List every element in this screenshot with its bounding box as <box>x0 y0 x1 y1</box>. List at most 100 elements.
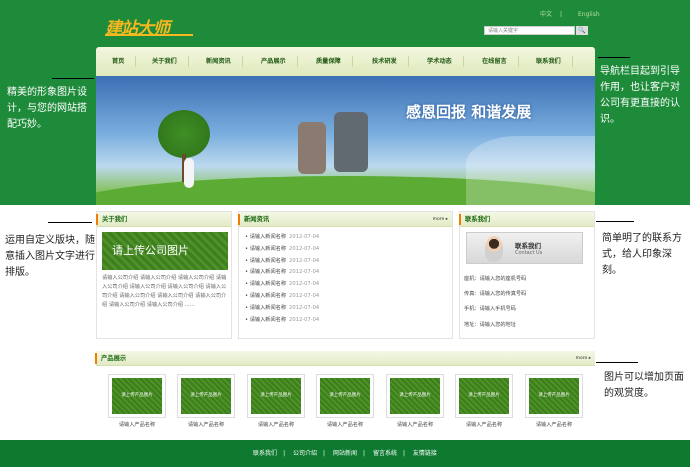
contact-fax: 传真：请输入您的传真号码 <box>464 291 527 297</box>
logo-text: 建站大师 <box>105 19 170 39</box>
product-image: 请上传产品图片 <box>459 378 509 414</box>
search-icon[interactable]: 🔍 <box>576 26 588 35</box>
nav-item-about[interactable]: 关于我们 <box>152 47 189 76</box>
list-item[interactable]: • 请输入新闻名称 2012-07-04 <box>245 315 445 327</box>
annotation-right-top: 导航栏目起到引导作用，也让客户对公司有更直接的认识。 <box>600 66 680 125</box>
list-item[interactable]: • 请输入新闻名称 2012-07-04 <box>245 267 445 279</box>
news-item-title: 请输入新闻名称 <box>249 245 287 252</box>
nav-item-news[interactable]: 新闻资讯 <box>206 47 243 76</box>
annotation-pointer <box>48 222 92 223</box>
list-item[interactable]: • 请输入新闻名称 2012-07-04 <box>245 279 445 291</box>
contact-panel-header: 联系我们 <box>459 212 594 227</box>
product-name: 请输入产品名称 <box>257 422 295 428</box>
about-image[interactable]: 请上传公司图片 <box>102 232 228 270</box>
product-image: 请上传产品图片 <box>320 378 370 414</box>
annotation-pointer <box>52 78 94 79</box>
site-footer: 联系我们 | 公司介绍 | 网站新闻 | 留言系统 | 友情链接 <box>0 440 690 467</box>
product-image: 请上传产品图片 <box>390 378 440 414</box>
news-title[interactable]: 新闻资讯 <box>244 216 269 223</box>
product-image: 请上传产品图片 <box>251 378 301 414</box>
list-item[interactable]: • 请输入新闻名称 2012-07-04 <box>245 291 445 303</box>
footer-link-message[interactable]: 留言系统 <box>373 450 397 457</box>
product-card[interactable]: 请上传产品图片请输入产品名称 <box>247 374 305 428</box>
list-item[interactable]: • 请输入新闻名称 2012-07-04 <box>245 232 445 244</box>
nav-item-quality[interactable]: 质量保障 <box>316 47 353 76</box>
news-item-title: 请输入新闻名称 <box>249 234 287 240</box>
footer-link-about[interactable]: 公司介绍 <box>293 450 317 457</box>
lang-cn-link[interactable]: 中文 <box>540 11 552 18</box>
product-card[interactable]: 请上传产品图片请输入产品名称 <box>455 374 513 428</box>
operator-avatar-icon <box>485 236 503 262</box>
language-switch: 中文 | English <box>540 9 608 18</box>
search-input[interactable]: 请输入关键字 <box>484 26 575 35</box>
more-text: more <box>432 217 445 222</box>
news-item-date: 2012-07-04 <box>289 292 320 299</box>
product-card[interactable]: 请上传产品图片 请输入产品名称 <box>177 374 235 428</box>
about-panel-header: 关于我们 <box>96 212 231 227</box>
news-item-date: 2012-07-04 <box>289 257 320 264</box>
news-item-date: 2012-07-04 <box>289 234 320 240</box>
annotation-pointer <box>596 221 634 222</box>
about-panel: 关于我们 请上传公司图片 请输入公司介绍 请输入公司介绍 请输入公司介绍 请输入… <box>96 211 232 339</box>
site-logo[interactable]: 建站大师 <box>105 14 193 39</box>
lang-en-link[interactable]: English <box>578 11 600 18</box>
products-more-link[interactable]: more ▸ <box>576 351 591 366</box>
contact-title[interactable]: 联系我们 <box>465 216 490 223</box>
footer-separator: | <box>402 450 405 457</box>
annotation-right-bottom: 图片可以增加页面的观赏度。 <box>604 372 684 399</box>
header-accent <box>96 214 98 225</box>
nav-item-products[interactable]: 产品展示 <box>261 47 298 76</box>
news-more-link[interactable]: more ▸ <box>433 212 448 227</box>
product-card[interactable]: 请上传产品图片请输入产品名称 <box>386 374 444 428</box>
footer-separator: | <box>283 450 286 457</box>
annotation-right-mid: 简单明了的联系方式，给人印象深刻。 <box>602 233 682 276</box>
nav-item-academic[interactable]: 学术动态 <box>427 47 464 76</box>
product-name: 请输入产品名称 <box>535 422 573 428</box>
annotation-left-mid: 运用自定义版块，随意插入图片文字进行排版。 <box>5 235 95 278</box>
more-text: more <box>575 356 588 361</box>
news-item-date: 2012-07-04 <box>289 269 320 276</box>
list-item[interactable]: • 请输入新闻名称 2012-07-04 <box>245 303 445 315</box>
news-item-title: 请输入新闻名称 <box>249 257 287 264</box>
contact-banner-title: 联系我们 <box>515 242 541 250</box>
nav-item-message[interactable]: 在线留言 <box>482 47 519 76</box>
product-card[interactable]: 请上传产品图片 请输入产品名称 <box>316 374 374 428</box>
nav-item-tech[interactable]: 技术研发 <box>372 47 409 76</box>
products-panel-header: 产品展示 more ▸ <box>95 351 595 366</box>
contact-banner[interactable]: 联系我们 Contact Us <box>466 232 583 264</box>
nav-item-contact[interactable]: 联系我们 <box>536 47 573 76</box>
news-item-date: 2012-07-04 <box>289 281 320 288</box>
product-name: 请输入产品名称 <box>396 422 434 428</box>
banner-woman-figure <box>298 122 326 174</box>
main-nav: 首页 关于我们 新闻资讯 产品展示 质量保障 技术研发 学术动态 在线留言 联系… <box>96 47 595 76</box>
nav-item-home[interactable]: 首页 <box>112 47 138 76</box>
banner-man-figure <box>334 112 368 172</box>
footer-separator: | <box>363 450 366 457</box>
products-title[interactable]: 产品展示 <box>101 355 126 362</box>
news-item-title: 请输入新闻名称 <box>249 269 287 276</box>
list-item[interactable]: • 请输入新闻名称 2012-07-04 <box>245 256 445 268</box>
footer-link-friends[interactable]: 友情链接 <box>413 450 437 457</box>
news-item-title: 请输入新闻名称 <box>249 281 287 288</box>
footer-separator: | <box>323 450 326 457</box>
annotation-pointer <box>598 57 630 58</box>
header-accent <box>238 214 240 225</box>
footer-link-contact[interactable]: 联系我们 <box>253 450 277 457</box>
product-card[interactable]: 请上传产品图片 请输入产品名称 <box>108 374 166 428</box>
banner-wave <box>466 136 595 205</box>
about-title[interactable]: 关于我们 <box>102 216 127 223</box>
contact-panel: 联系我们 联系我们 Contact Us 座机：请输入您的座机号码 传真：请输入… <box>459 211 595 339</box>
product-image: 请上传产品图片 <box>529 378 579 414</box>
news-item-title: 请输入新闻名称 <box>249 316 287 323</box>
news-item-date: 2012-07-04 <box>289 316 320 323</box>
product-name: 请输入产品名称 <box>118 422 156 428</box>
product-image: 请上传产品图片 <box>181 378 231 414</box>
product-name: 请输入产品名称 <box>465 422 503 428</box>
news-item-date: 2012-07-04 <box>289 304 320 311</box>
news-panel-header: 新闻资讯 more ▸ <box>238 212 452 227</box>
list-item[interactable]: • 请输入新闻名称 2012-07-04 <box>245 244 445 256</box>
footer-link-news[interactable]: 网站新闻 <box>333 450 357 457</box>
products-panel: 产品展示 more ▸ 请上传产品图片请输入产品名称 请上传产品图片请输入产品名… <box>95 351 595 437</box>
news-item-title: 请输入新闻名称 <box>249 304 287 311</box>
product-card[interactable]: 请上传产品图片请输入产品名称 <box>525 374 583 428</box>
